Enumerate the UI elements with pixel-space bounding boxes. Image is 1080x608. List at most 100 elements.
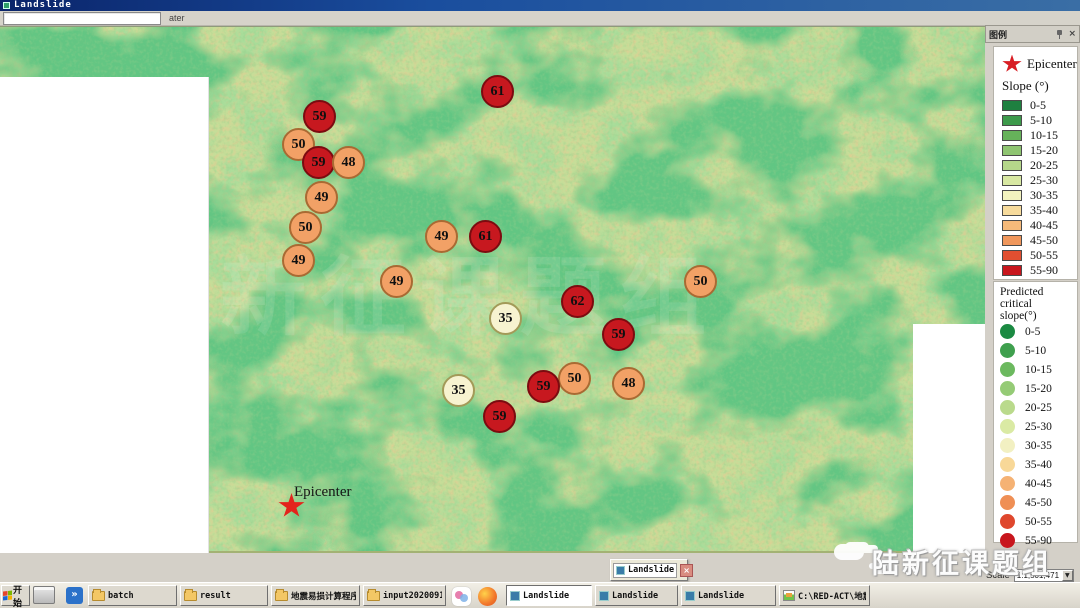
map-nodata-left bbox=[0, 77, 209, 553]
taskbar-button-label: Landslide bbox=[612, 591, 658, 601]
legend-slope-rows: 0-55-1010-1515-2020-2525-3030-3535-4040-… bbox=[1002, 98, 1077, 278]
slope-marker[interactable]: 50 bbox=[684, 265, 717, 298]
media-app-icon[interactable] bbox=[452, 587, 471, 606]
slope-class-label: 35-40 bbox=[1030, 203, 1058, 218]
taskbar-buttons-left: batch result 地震易损计算程序..input20200918153322 bbox=[88, 585, 446, 606]
app-icon bbox=[685, 591, 695, 601]
legend-epicenter-label: Epicenter bbox=[1027, 56, 1077, 72]
slope-marker[interactable]: 61 bbox=[481, 75, 514, 108]
landslide-app-icon bbox=[616, 566, 625, 575]
slope-class-label: 30-35 bbox=[1030, 188, 1058, 203]
slope-class-swatch bbox=[1002, 205, 1022, 216]
slope-marker[interactable]: 59 bbox=[302, 146, 335, 179]
critical-class-label: 45-50 bbox=[1025, 497, 1052, 509]
critical-class-label: 30-35 bbox=[1025, 440, 1052, 452]
legend-slope-row: 15-20 bbox=[1002, 143, 1077, 158]
legend-slope-row: 5-10 bbox=[1002, 113, 1077, 128]
taskbar: 开始 » batch result 地震易损计算程序..input202009181… bbox=[0, 582, 1080, 608]
critical-class-dot-icon bbox=[1000, 362, 1015, 377]
epicenter-legend-star-icon bbox=[1002, 55, 1022, 74]
legend-epicenter-row: Epicenter bbox=[1002, 53, 1077, 75]
slope-marker[interactable]: 48 bbox=[332, 146, 365, 179]
map-nodata-right bbox=[913, 324, 985, 553]
scale-combobox[interactable]: 1:1,501,471 ▼ bbox=[1014, 569, 1074, 582]
taskbar-button[interactable]: Landslide bbox=[506, 585, 592, 606]
taskbar-button[interactable]: input20200918153322 bbox=[363, 585, 446, 606]
slope-marker[interactable]: 59 bbox=[483, 400, 516, 433]
critical-class-label: 40-45 bbox=[1025, 478, 1052, 490]
taskbar-button-label: result bbox=[200, 591, 231, 601]
window-titlebar[interactable]: Landslide bbox=[0, 0, 1080, 11]
legend-panel-title: 图例 bbox=[989, 28, 1056, 41]
blue-app-icon[interactable]: » bbox=[66, 587, 83, 604]
toolbar: ater bbox=[0, 11, 1080, 26]
scale-value: 1:1,501,471 bbox=[1015, 571, 1062, 580]
legend-slope-row: 20-25 bbox=[1002, 158, 1077, 173]
critical-class-dot-icon bbox=[1000, 419, 1015, 434]
taskbar-button-label: batch bbox=[108, 591, 134, 601]
taskbar-button[interactable]: Landslide bbox=[595, 585, 678, 606]
legend-critical-row: 25-30 bbox=[1000, 417, 1077, 436]
slope-class-swatch bbox=[1002, 235, 1022, 246]
taskbar-button[interactable]: C:\RED-ACT\地震... bbox=[779, 585, 870, 606]
critical-class-dot-icon bbox=[1000, 533, 1015, 548]
app-icon bbox=[599, 591, 609, 601]
legend-slope-row: 10-15 bbox=[1002, 128, 1077, 143]
scale-control: Scale 1:1,501,471 ▼ bbox=[986, 567, 1080, 583]
slope-class-swatch bbox=[1002, 115, 1022, 126]
slope-class-swatch bbox=[1002, 220, 1022, 231]
critical-class-dot-icon bbox=[1000, 324, 1015, 339]
legend-slope-row: 50-55 bbox=[1002, 248, 1077, 263]
slope-marker[interactable]: 50 bbox=[289, 211, 322, 244]
slope-marker[interactable]: 49 bbox=[380, 265, 413, 298]
epicenter-label: Epicenter bbox=[294, 484, 351, 501]
critical-class-dot-icon bbox=[1000, 438, 1015, 453]
map-canvas[interactable]: 陆新征课题组 Epicenter 61595059484950496149495… bbox=[0, 26, 985, 553]
slope-marker[interactable]: 48 bbox=[612, 367, 645, 400]
slope-class-label: 50-55 bbox=[1030, 248, 1058, 263]
critical-class-dot-icon bbox=[1000, 400, 1015, 415]
legend-critical-title-line2: slope(°) bbox=[1000, 310, 1077, 322]
taskbar-button[interactable]: result bbox=[180, 585, 268, 606]
slope-marker[interactable]: 59 bbox=[602, 318, 635, 351]
legend-slope-row: 30-35 bbox=[1002, 188, 1077, 203]
slope-marker[interactable]: 59 bbox=[303, 100, 336, 133]
taskbar-button[interactable]: Landslide bbox=[681, 585, 776, 606]
taskbar-button[interactable]: 地震易损计算程序.. bbox=[271, 585, 360, 606]
start-button[interactable]: 开始 bbox=[1, 585, 30, 606]
preview-close-icon[interactable]: × bbox=[680, 564, 693, 577]
printer-icon[interactable] bbox=[33, 586, 55, 604]
critical-class-dot-icon bbox=[1000, 343, 1015, 358]
folder-icon bbox=[275, 591, 288, 601]
slope-class-swatch bbox=[1002, 250, 1022, 261]
taskbar-button[interactable]: batch bbox=[88, 585, 177, 606]
slope-class-swatch bbox=[1002, 160, 1022, 171]
preview-field[interactable]: Landslide bbox=[613, 563, 677, 578]
slope-marker[interactable]: 61 bbox=[469, 220, 502, 253]
window-title: Landslide bbox=[14, 1, 72, 10]
critical-class-label: 0-5 bbox=[1025, 326, 1040, 338]
slope-marker[interactable]: 49 bbox=[425, 220, 458, 253]
close-icon[interactable]: × bbox=[1068, 30, 1076, 39]
windows-flag-icon bbox=[3, 591, 12, 601]
chevron-down-icon[interactable]: ▼ bbox=[1062, 570, 1073, 581]
slope-marker[interactable]: 62 bbox=[561, 285, 594, 318]
layer-combobox[interactable] bbox=[3, 12, 161, 25]
critical-class-label: 50-55 bbox=[1025, 516, 1052, 528]
legend-panel-header[interactable]: 图例 × bbox=[985, 25, 1080, 43]
legend-slope: Epicenter Slope (°) 0-55-1010-1515-2020-… bbox=[993, 46, 1078, 280]
slope-marker[interactable]: 35 bbox=[489, 302, 522, 335]
app-icon bbox=[510, 591, 520, 601]
slope-marker[interactable]: 50 bbox=[558, 362, 591, 395]
slope-marker[interactable]: 35 bbox=[442, 374, 475, 407]
slope-marker[interactable]: 49 bbox=[282, 244, 315, 277]
slope-marker[interactable]: 59 bbox=[527, 370, 560, 403]
firefox-icon[interactable] bbox=[478, 587, 497, 606]
pin-icon[interactable] bbox=[1056, 30, 1063, 39]
taskbar-preview-popup[interactable]: Landslide × bbox=[610, 559, 688, 581]
critical-class-label: 25-30 bbox=[1025, 421, 1052, 433]
folder-icon bbox=[367, 591, 380, 601]
slope-class-swatch bbox=[1002, 175, 1022, 186]
slope-marker[interactable]: 49 bbox=[305, 181, 338, 214]
critical-class-dot-icon bbox=[1000, 476, 1015, 491]
